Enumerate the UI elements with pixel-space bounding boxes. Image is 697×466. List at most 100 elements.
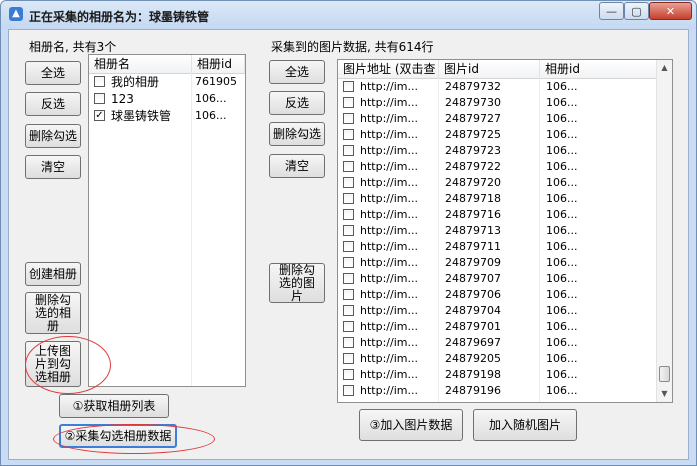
image-url-cell: http://im... bbox=[360, 352, 418, 365]
image-url-cell: http://im... bbox=[360, 336, 418, 349]
album-checkbox[interactable] bbox=[94, 93, 105, 104]
maximize-button[interactable]: ▢ bbox=[624, 2, 649, 20]
minimize-button[interactable]: — bbox=[599, 2, 624, 20]
image-url-cell: http://im... bbox=[360, 128, 418, 141]
album-list[interactable]: 相册名 相册id 我的相册 761905 123 106... ✓ 球墨铸铁管 … bbox=[88, 54, 246, 387]
image-clear-button[interactable]: 清空 bbox=[269, 154, 325, 178]
list-item[interactable]: 我的相册 761905 bbox=[89, 74, 245, 90]
table-row[interactable]: http://im... 24879730 106... bbox=[338, 95, 656, 111]
image-checkbox[interactable] bbox=[343, 353, 354, 364]
table-row[interactable]: http://im... 24879720 106... bbox=[338, 175, 656, 191]
image-invert-button[interactable]: 反选 bbox=[269, 91, 325, 115]
image-checkbox[interactable] bbox=[343, 289, 354, 300]
table-row[interactable]: http://im... 24879723 106... bbox=[338, 143, 656, 159]
table-row[interactable]: http://im... 24879711 106... bbox=[338, 239, 656, 255]
image-id-cell: 24879711 bbox=[445, 240, 501, 253]
window-title: 正在采集的相册名为：球墨铸铁管 bbox=[29, 10, 210, 24]
image-url-cell: http://im... bbox=[360, 192, 418, 205]
list-item[interactable]: ✓ 球墨铸铁管 106... bbox=[89, 108, 245, 124]
fetch-album-list-button[interactable]: ①获取相册列表 bbox=[59, 394, 169, 418]
image-checkbox[interactable] bbox=[343, 129, 354, 140]
image-id-cell: 24879720 bbox=[445, 176, 501, 189]
column-header-album-name[interactable]: 相册名 bbox=[89, 55, 192, 73]
create-album-button[interactable]: 创建相册 bbox=[25, 262, 81, 286]
upload-images-button[interactable]: 上传图片到勾选相册 bbox=[25, 341, 81, 387]
image-checkbox[interactable] bbox=[343, 209, 354, 220]
image-checkbox[interactable] bbox=[343, 337, 354, 348]
album-clear-button[interactable]: 清空 bbox=[25, 155, 81, 179]
album-id-cell: 106... bbox=[546, 288, 578, 301]
image-checkbox[interactable] bbox=[343, 257, 354, 268]
delete-checked-albums-button[interactable]: 删除勾选的相册 bbox=[25, 292, 81, 334]
image-checkbox[interactable] bbox=[343, 113, 354, 124]
table-row[interactable]: http://im... 24879709 106... bbox=[338, 255, 656, 271]
scroll-up-arrow-icon[interactable]: ▲ bbox=[657, 60, 672, 76]
image-checkbox[interactable] bbox=[343, 81, 354, 92]
table-row[interactable]: http://im... 24879701 106... bbox=[338, 319, 656, 335]
app-icon: ▲ bbox=[9, 7, 23, 21]
table-row[interactable]: http://im... 24879732 106... bbox=[338, 79, 656, 95]
image-checkbox[interactable] bbox=[343, 161, 354, 172]
column-header-image-url[interactable]: 图片地址 (双击查 bbox=[338, 60, 439, 78]
table-row[interactable]: http://im... 24879716 106... bbox=[338, 207, 656, 223]
scroll-down-arrow-icon[interactable]: ▼ bbox=[657, 386, 672, 402]
album-id: 106... bbox=[195, 92, 227, 105]
image-checkbox[interactable] bbox=[343, 193, 354, 204]
image-url-cell: http://im... bbox=[360, 144, 418, 157]
column-header-album-id[interactable]: 相册id bbox=[192, 55, 245, 73]
image-checkbox[interactable] bbox=[343, 145, 354, 156]
image-checkbox[interactable] bbox=[343, 273, 354, 284]
table-row[interactable]: http://im... 24879722 106... bbox=[338, 159, 656, 175]
table-row[interactable]: http://im... 24879727 106... bbox=[338, 111, 656, 127]
table-row[interactable]: http://im... 24879697 106... bbox=[338, 335, 656, 351]
image-url-cell: http://im... bbox=[360, 384, 418, 397]
table-row[interactable]: http://im... 24879706 106... bbox=[338, 287, 656, 303]
table-row[interactable]: http://im... 24879718 106... bbox=[338, 191, 656, 207]
image-id-cell: 24879732 bbox=[445, 80, 501, 93]
album-id-cell: 106... bbox=[546, 336, 578, 349]
album-id-cell: 106... bbox=[546, 96, 578, 109]
image-id-cell: 24879196 bbox=[445, 384, 501, 397]
list-item[interactable]: 123 106... bbox=[89, 91, 245, 107]
album-delete-checked-button[interactable]: 删除勾选 bbox=[25, 124, 81, 148]
image-checkbox[interactable] bbox=[343, 241, 354, 252]
image-checkbox[interactable] bbox=[343, 177, 354, 188]
table-row[interactable]: http://im... 24879707 106... bbox=[338, 271, 656, 287]
album-invert-button[interactable]: 反选 bbox=[25, 92, 81, 116]
table-row[interactable]: http://im... 24879713 106... bbox=[338, 223, 656, 239]
table-row[interactable]: http://im... 24879205 106... bbox=[338, 351, 656, 367]
image-url-cell: http://im... bbox=[360, 112, 418, 125]
add-random-images-button[interactable]: 加入随机图片 bbox=[473, 409, 577, 441]
add-image-data-button[interactable]: ③加入图片数据 bbox=[359, 409, 463, 441]
album-id-cell: 106... bbox=[546, 272, 578, 285]
column-header-album-id[interactable]: 相册id bbox=[540, 60, 656, 78]
image-checkbox[interactable] bbox=[343, 369, 354, 380]
album-checkbox[interactable] bbox=[94, 76, 105, 87]
table-row[interactable]: http://im... 24879198 106... bbox=[338, 367, 656, 383]
table-row[interactable]: http://im... 24879725 106... bbox=[338, 127, 656, 143]
image-select-all-button[interactable]: 全选 bbox=[269, 60, 325, 84]
close-button[interactable]: ✕ bbox=[649, 2, 692, 20]
title-bar[interactable]: ▲ 正在采集的相册名为：球墨铸铁管 — ▢ ✕ bbox=[1, 1, 696, 29]
album-id-cell: 106... bbox=[546, 384, 578, 397]
album-select-all-button[interactable]: 全选 bbox=[25, 61, 81, 85]
image-id-cell: 24879706 bbox=[445, 288, 501, 301]
image-checkbox[interactable] bbox=[343, 305, 354, 316]
image-list[interactable]: 图片地址 (双击查 图片id 相册id http://im... 24879732… bbox=[337, 59, 673, 403]
image-list-scrollbar[interactable]: ▲ ▼ bbox=[656, 60, 672, 402]
album-name: 我的相册 bbox=[111, 75, 160, 89]
table-row[interactable]: http://im... 24879196 106... bbox=[338, 383, 656, 399]
delete-checked-images-button[interactable]: 删除勾选的图片 bbox=[269, 263, 325, 303]
column-header-image-id[interactable]: 图片id bbox=[439, 60, 540, 78]
album-checkbox-checked[interactable]: ✓ bbox=[94, 110, 105, 121]
album-id-cell: 106... bbox=[546, 352, 578, 365]
image-checkbox[interactable] bbox=[343, 225, 354, 236]
collect-checked-albums-button[interactable]: ②采集勾选相册数据 bbox=[59, 424, 177, 448]
image-id-cell: 24879722 bbox=[445, 160, 501, 173]
image-checkbox[interactable] bbox=[343, 321, 354, 332]
image-checkbox[interactable] bbox=[343, 97, 354, 108]
scrollbar-thumb[interactable] bbox=[659, 366, 670, 382]
image-delete-checked-button[interactable]: 删除勾选 bbox=[269, 122, 325, 146]
table-row[interactable]: http://im... 24879704 106... bbox=[338, 303, 656, 319]
image-checkbox[interactable] bbox=[343, 385, 354, 396]
